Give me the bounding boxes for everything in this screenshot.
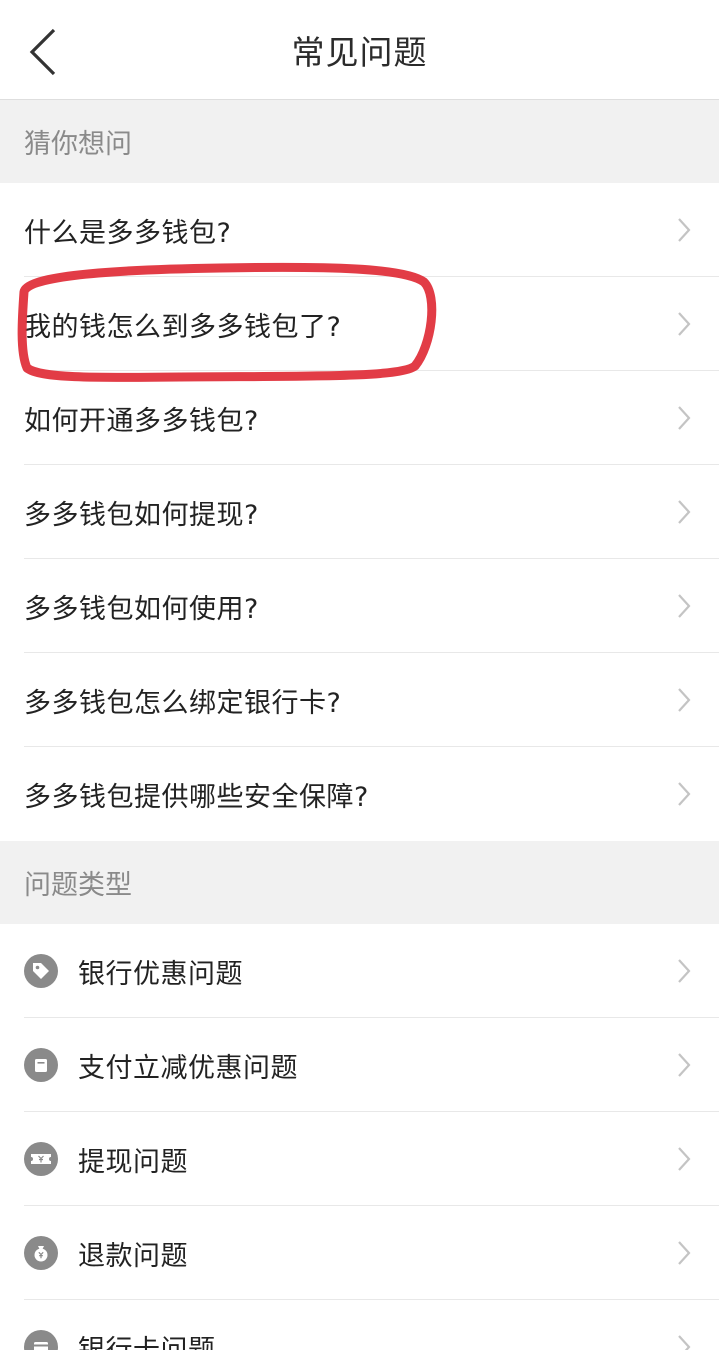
chevron-right-icon — [675, 686, 693, 714]
guess-question-list: 什么是多多钱包? 我的钱怎么到多多钱包了? 如何开通多多钱包? 多多钱包如何提现… — [0, 183, 719, 841]
faq-item[interactable]: 什么是多多钱包? — [0, 183, 719, 277]
question-type-label: 银行优惠问题 — [78, 958, 243, 990]
faq-item[interactable]: 如何开通多多钱包? — [0, 371, 719, 465]
question-type-label: 退款问题 — [78, 1240, 188, 1272]
faq-item-label: 多多钱包提供哪些安全保障? — [24, 781, 369, 813]
chevron-right-icon — [675, 1051, 693, 1079]
chevron-right-icon — [675, 957, 693, 985]
chevron-right-icon — [675, 1239, 693, 1267]
back-button[interactable] — [18, 22, 68, 82]
section-header-guess: 猜你想问 — [0, 100, 719, 183]
question-type-label: 支付立减优惠问题 — [78, 1052, 298, 1084]
question-type-item[interactable]: 银行卡问题 — [0, 1300, 719, 1350]
faq-item[interactable]: 多多钱包怎么绑定银行卡? — [0, 653, 719, 747]
faq-item-label: 我的钱怎么到多多钱包了? — [24, 311, 342, 343]
faq-item-label: 如何开通多多钱包? — [24, 405, 259, 437]
question-type-item[interactable]: 提现问题 — [0, 1112, 719, 1206]
faq-item[interactable]: 我的钱怎么到多多钱包了? — [0, 277, 719, 371]
faq-item-label: 什么是多多钱包? — [24, 217, 232, 249]
question-type-list: 银行优惠问题 支付立减优惠问题 提现问题 退款问题 银行卡问题 — [0, 924, 719, 1350]
chevron-right-icon — [675, 1333, 693, 1350]
question-type-item[interactable]: 退款问题 — [0, 1206, 719, 1300]
question-type-label: 银行卡问题 — [78, 1334, 216, 1350]
ticket-icon — [24, 1142, 58, 1176]
tag-icon — [24, 954, 58, 988]
question-type-item[interactable]: 支付立减优惠问题 — [0, 1018, 719, 1112]
faq-item-label: 多多钱包怎么绑定银行卡? — [24, 687, 342, 719]
chevron-right-icon — [675, 592, 693, 620]
chevron-right-icon — [675, 310, 693, 338]
faq-item[interactable]: 多多钱包如何使用? — [0, 559, 719, 653]
page-title: 常见问题 — [291, 32, 428, 72]
chevron-right-icon — [675, 216, 693, 244]
faq-item[interactable]: 多多钱包如何提现? — [0, 465, 719, 559]
section-header-types: 问题类型 — [0, 841, 719, 924]
question-type-label: 提现问题 — [78, 1146, 188, 1178]
money-bag-icon — [24, 1236, 58, 1270]
bag-icon — [24, 1048, 58, 1082]
chevron-right-icon — [675, 1145, 693, 1173]
chevron-right-icon — [675, 404, 693, 432]
faq-page: 常见问题 猜你想问 什么是多多钱包? 我的钱怎么到多多钱包了? 如何开通多多钱包… — [0, 0, 719, 1350]
faq-item-label: 多多钱包如何提现? — [24, 499, 259, 531]
bank-card-icon — [24, 1330, 58, 1350]
nav-bar: 常见问题 — [0, 0, 719, 100]
question-type-item[interactable]: 银行优惠问题 — [0, 924, 719, 1018]
chevron-right-icon — [675, 780, 693, 808]
faq-item[interactable]: 多多钱包提供哪些安全保障? — [0, 747, 719, 841]
chevron-left-icon — [29, 28, 56, 76]
faq-item-label: 多多钱包如何使用? — [24, 593, 259, 625]
chevron-right-icon — [675, 498, 693, 526]
